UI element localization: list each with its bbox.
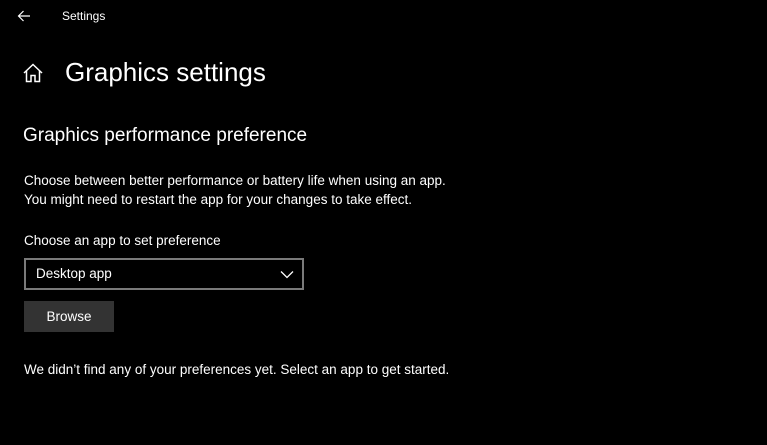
home-icon — [23, 63, 43, 83]
chevron-down-icon — [280, 271, 294, 279]
page-title: Graphics settings — [65, 57, 266, 87]
app-type-dropdown[interactable]: Desktop app — [24, 258, 304, 290]
section-title: Graphics performance preference — [23, 125, 308, 146]
home-button[interactable] — [22, 62, 44, 84]
title-bar: Settings — [0, 0, 767, 32]
description-line-1: Choose between better performance or bat… — [24, 173, 446, 188]
dropdown-selected-value: Desktop app — [36, 266, 112, 281]
section-description: Choose between better performance or bat… — [24, 171, 446, 209]
description-line-2: You might need to restart the app for yo… — [24, 192, 412, 207]
back-button[interactable] — [8, 0, 40, 32]
arrow-left-icon — [17, 10, 30, 22]
app-picker-label: Choose an app to set preference — [24, 233, 221, 248]
empty-state-message: We didn’t find any of your preferences y… — [24, 362, 450, 377]
window-title: Settings — [62, 9, 106, 23]
browse-button[interactable]: Browse — [24, 301, 114, 332]
